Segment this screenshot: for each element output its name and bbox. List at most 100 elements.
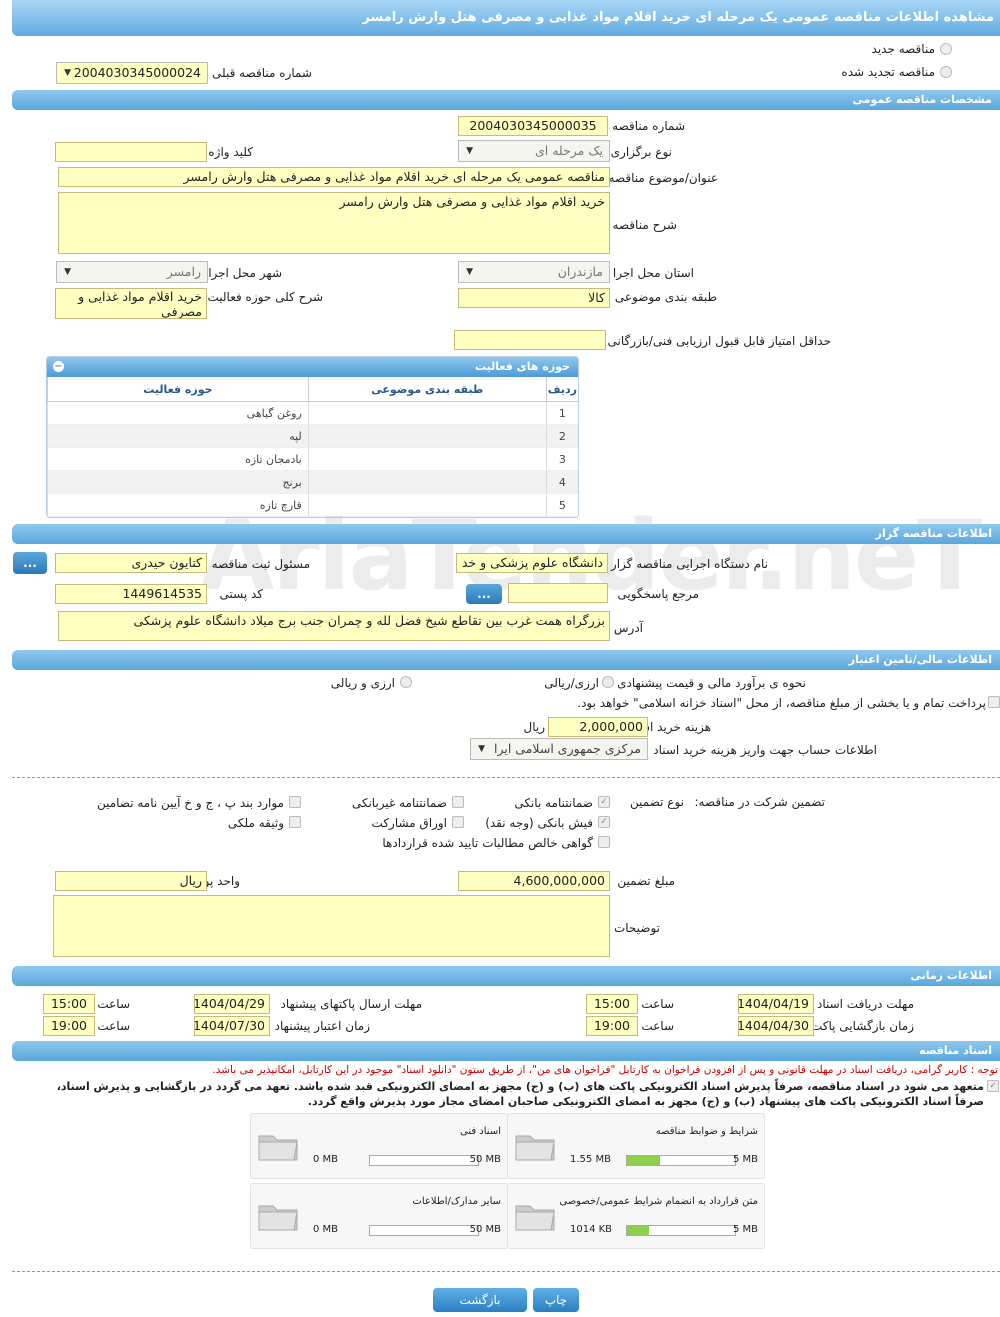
guarantee-type-label: نوع تضمین (630, 795, 684, 809)
nonbank-guarantee-checkbox[interactable] (452, 796, 464, 808)
reference-label: مرجع پاسخگویی (617, 587, 699, 601)
registrar-field[interactable]: کتایون حیدری (55, 553, 207, 573)
purchase-fee-field[interactable]: 2,000,000 (548, 717, 648, 737)
type-label: نوع برگزاری (610, 145, 672, 159)
treasury-checkbox[interactable] (988, 696, 1000, 708)
city-select[interactable]: رامسر ▼ (56, 261, 208, 283)
type-select[interactable]: یک مرحله ای ▼ (458, 140, 610, 162)
validity-label: زمان اعتبار پیشنهاد (274, 1019, 370, 1033)
folder-icon (258, 1135, 298, 1161)
bonds-checkbox[interactable] (452, 816, 464, 828)
category-field[interactable]: کالا (458, 288, 610, 308)
folder-icon (515, 1135, 555, 1161)
keyword-field[interactable] (55, 142, 207, 162)
validity-date[interactable]: 1404/07/30 (194, 1016, 270, 1036)
net-claims-label: گواهی خالص مطالبات تایید شده قراردادها (382, 836, 593, 850)
commitment-checkbox[interactable]: ✓ (987, 1080, 999, 1092)
doc-card-technical[interactable]: اسناد فنی 0 MB 50 MB (250, 1113, 508, 1179)
send-offers-time[interactable]: 15:00 (43, 994, 95, 1014)
send-offers-date[interactable]: 1404/04/29 (194, 994, 270, 1014)
receive-time-label: ساعت (641, 997, 674, 1011)
net-claims-checkbox[interactable] (598, 836, 610, 848)
print-button[interactable]: چاپ (533, 1288, 579, 1312)
reference-field[interactable] (508, 583, 608, 603)
doc-card-terms[interactable]: شرایط و ضوابط مناقصه 1.55 MB 5 MB (507, 1113, 765, 1179)
account-select[interactable]: مرکزی جمهوری اسلامی ایرا ▼ (470, 738, 648, 760)
subject-field[interactable]: مناقصه عمومی یک مرحله ای خرید اقلام مواد… (58, 167, 610, 187)
table-row[interactable]: 1 روغن گیاهی (47, 401, 578, 425)
both-radio[interactable] (400, 676, 412, 688)
province-label: استان محل اجرا (612, 266, 694, 280)
address-field[interactable]: بزرگراه همت غرب بین تقاطع شیخ فضل لله و … (58, 611, 610, 641)
tender-number-label: شماره مناقصه (612, 119, 685, 133)
table-row[interactable]: 3 بادمجان تازه (47, 447, 578, 471)
open-envelopes-label: زمان بازگشایی پاکت ها (797, 1019, 914, 1033)
send-time-label: ساعت (97, 997, 130, 1011)
section-general: مشخصات مناقصه عمومی (12, 90, 1000, 110)
activity-desc-field[interactable]: خرید اقلام مواد غذایی و مصرفی (55, 288, 207, 319)
prev-number-label: شماره مناقصه قبلی (212, 66, 312, 80)
subject-label: عنوان/موضوع مناقصه (608, 171, 718, 185)
activities-panel: حوزه های فعالیت − ردیف طبقه بندی موضوعی … (46, 356, 579, 518)
account-label: اطلاعات حساب جهت واریز هزینه خرید اسناد (653, 743, 877, 757)
commitment-text-1: متعهد می شود در اسناد مناقصه، صرفاً پذیر… (56, 1080, 984, 1093)
bank-receipt-checkbox[interactable]: ✓ (598, 816, 610, 828)
guarantee-amount-field[interactable]: 4,600,000,000 (458, 871, 610, 891)
notes-label: توضیحات (613, 921, 660, 935)
description-field[interactable]: خرید اقلام مواد غذایی و مصرفی هتل وارش ر… (58, 192, 610, 254)
category-label: طبقه بندی موضوعی (614, 290, 717, 304)
prev-number-select[interactable]: 2004030345000024 ▼ (56, 62, 208, 84)
clause-items-checkbox[interactable] (289, 796, 301, 808)
currency-field[interactable]: ریال (55, 871, 207, 891)
new-tender-radio[interactable] (940, 43, 952, 55)
back-button[interactable]: بازگشت (433, 1288, 527, 1312)
chevron-down-icon: ▼ (64, 267, 71, 277)
property-checkbox[interactable] (289, 816, 301, 828)
doc-card-other[interactable]: سایر مدارک/اطلاعات 0 MB 50 MB (250, 1183, 508, 1249)
rial-radio[interactable] (602, 676, 614, 688)
receive-docs-date[interactable]: 1404/04/19 (738, 994, 814, 1014)
guarantee-amount-label: مبلغ تضمین (617, 874, 675, 888)
new-tender-label: مناقصه جدید (871, 42, 935, 56)
progress-bar (369, 1155, 479, 1166)
notes-field[interactable] (53, 895, 610, 957)
divider (12, 1271, 1000, 1272)
open-envelopes-time[interactable]: 19:00 (586, 1016, 638, 1036)
city-label: شهر محل اجرا (208, 266, 282, 280)
bank-guarantee-checkbox[interactable]: ✓ (598, 796, 610, 808)
validity-time-label: ساعت (97, 1019, 130, 1033)
table-row[interactable]: 2 لپه (47, 424, 578, 448)
chevron-down-icon: ▼ (478, 744, 485, 754)
postal-code-field[interactable]: 1449614535 (55, 584, 207, 604)
activities-table: ردیف طبقه بندی موضوعی حوزه فعالیت 1 روغن … (47, 377, 578, 517)
col-field: حوزه فعالیت (47, 377, 309, 402)
validity-time[interactable]: 19:00 (43, 1016, 95, 1036)
receive-docs-time[interactable]: 15:00 (586, 994, 638, 1014)
address-label: آدرس (613, 621, 643, 635)
min-score-label: حداقل امتیاز قابل قبول ارزیابی فنی/بازرگ… (607, 334, 831, 348)
doc-card-contract[interactable]: متن قرارداد به انضمام شرایط عمومی/خصوصی … (507, 1183, 765, 1249)
table-row[interactable]: 4 برنج (47, 470, 578, 494)
collapse-icon[interactable]: − (53, 361, 64, 372)
open-envelopes-date[interactable]: 1404/04/30 (738, 1016, 814, 1036)
progress-bar (369, 1225, 479, 1236)
renewed-tender-radio[interactable] (940, 66, 952, 78)
reference-lookup-button[interactable]: ... (466, 584, 502, 604)
organizer-lookup-button[interactable]: ... (13, 552, 47, 574)
rial-option-label: ارزی/ریالی (544, 676, 599, 690)
folder-icon (515, 1205, 555, 1231)
property-label: وثیقه ملکی (227, 816, 284, 830)
chevron-down-icon: ▼ (466, 146, 473, 156)
min-score-field[interactable] (454, 330, 606, 350)
org-name-field[interactable]: دانشگاه علوم پزشکی و خد (456, 553, 608, 573)
participation-guarantee-label: تضمین شرکت در مناقصه: (694, 795, 825, 809)
keyword-label: کلید واژه (208, 145, 253, 159)
purchase-fee-unit: ریال (523, 720, 545, 734)
bonds-label: اوراق مشارکت (371, 816, 447, 830)
progress-bar (626, 1155, 736, 1166)
col-row: ردیف (545, 377, 578, 402)
province-select[interactable]: مازندران ▼ (458, 261, 610, 283)
tender-number-field[interactable]: 2004030345000035 (458, 116, 608, 136)
col-category: طبقه بندی موضوعی (307, 377, 547, 402)
chevron-down-icon: ▼ (466, 267, 473, 277)
